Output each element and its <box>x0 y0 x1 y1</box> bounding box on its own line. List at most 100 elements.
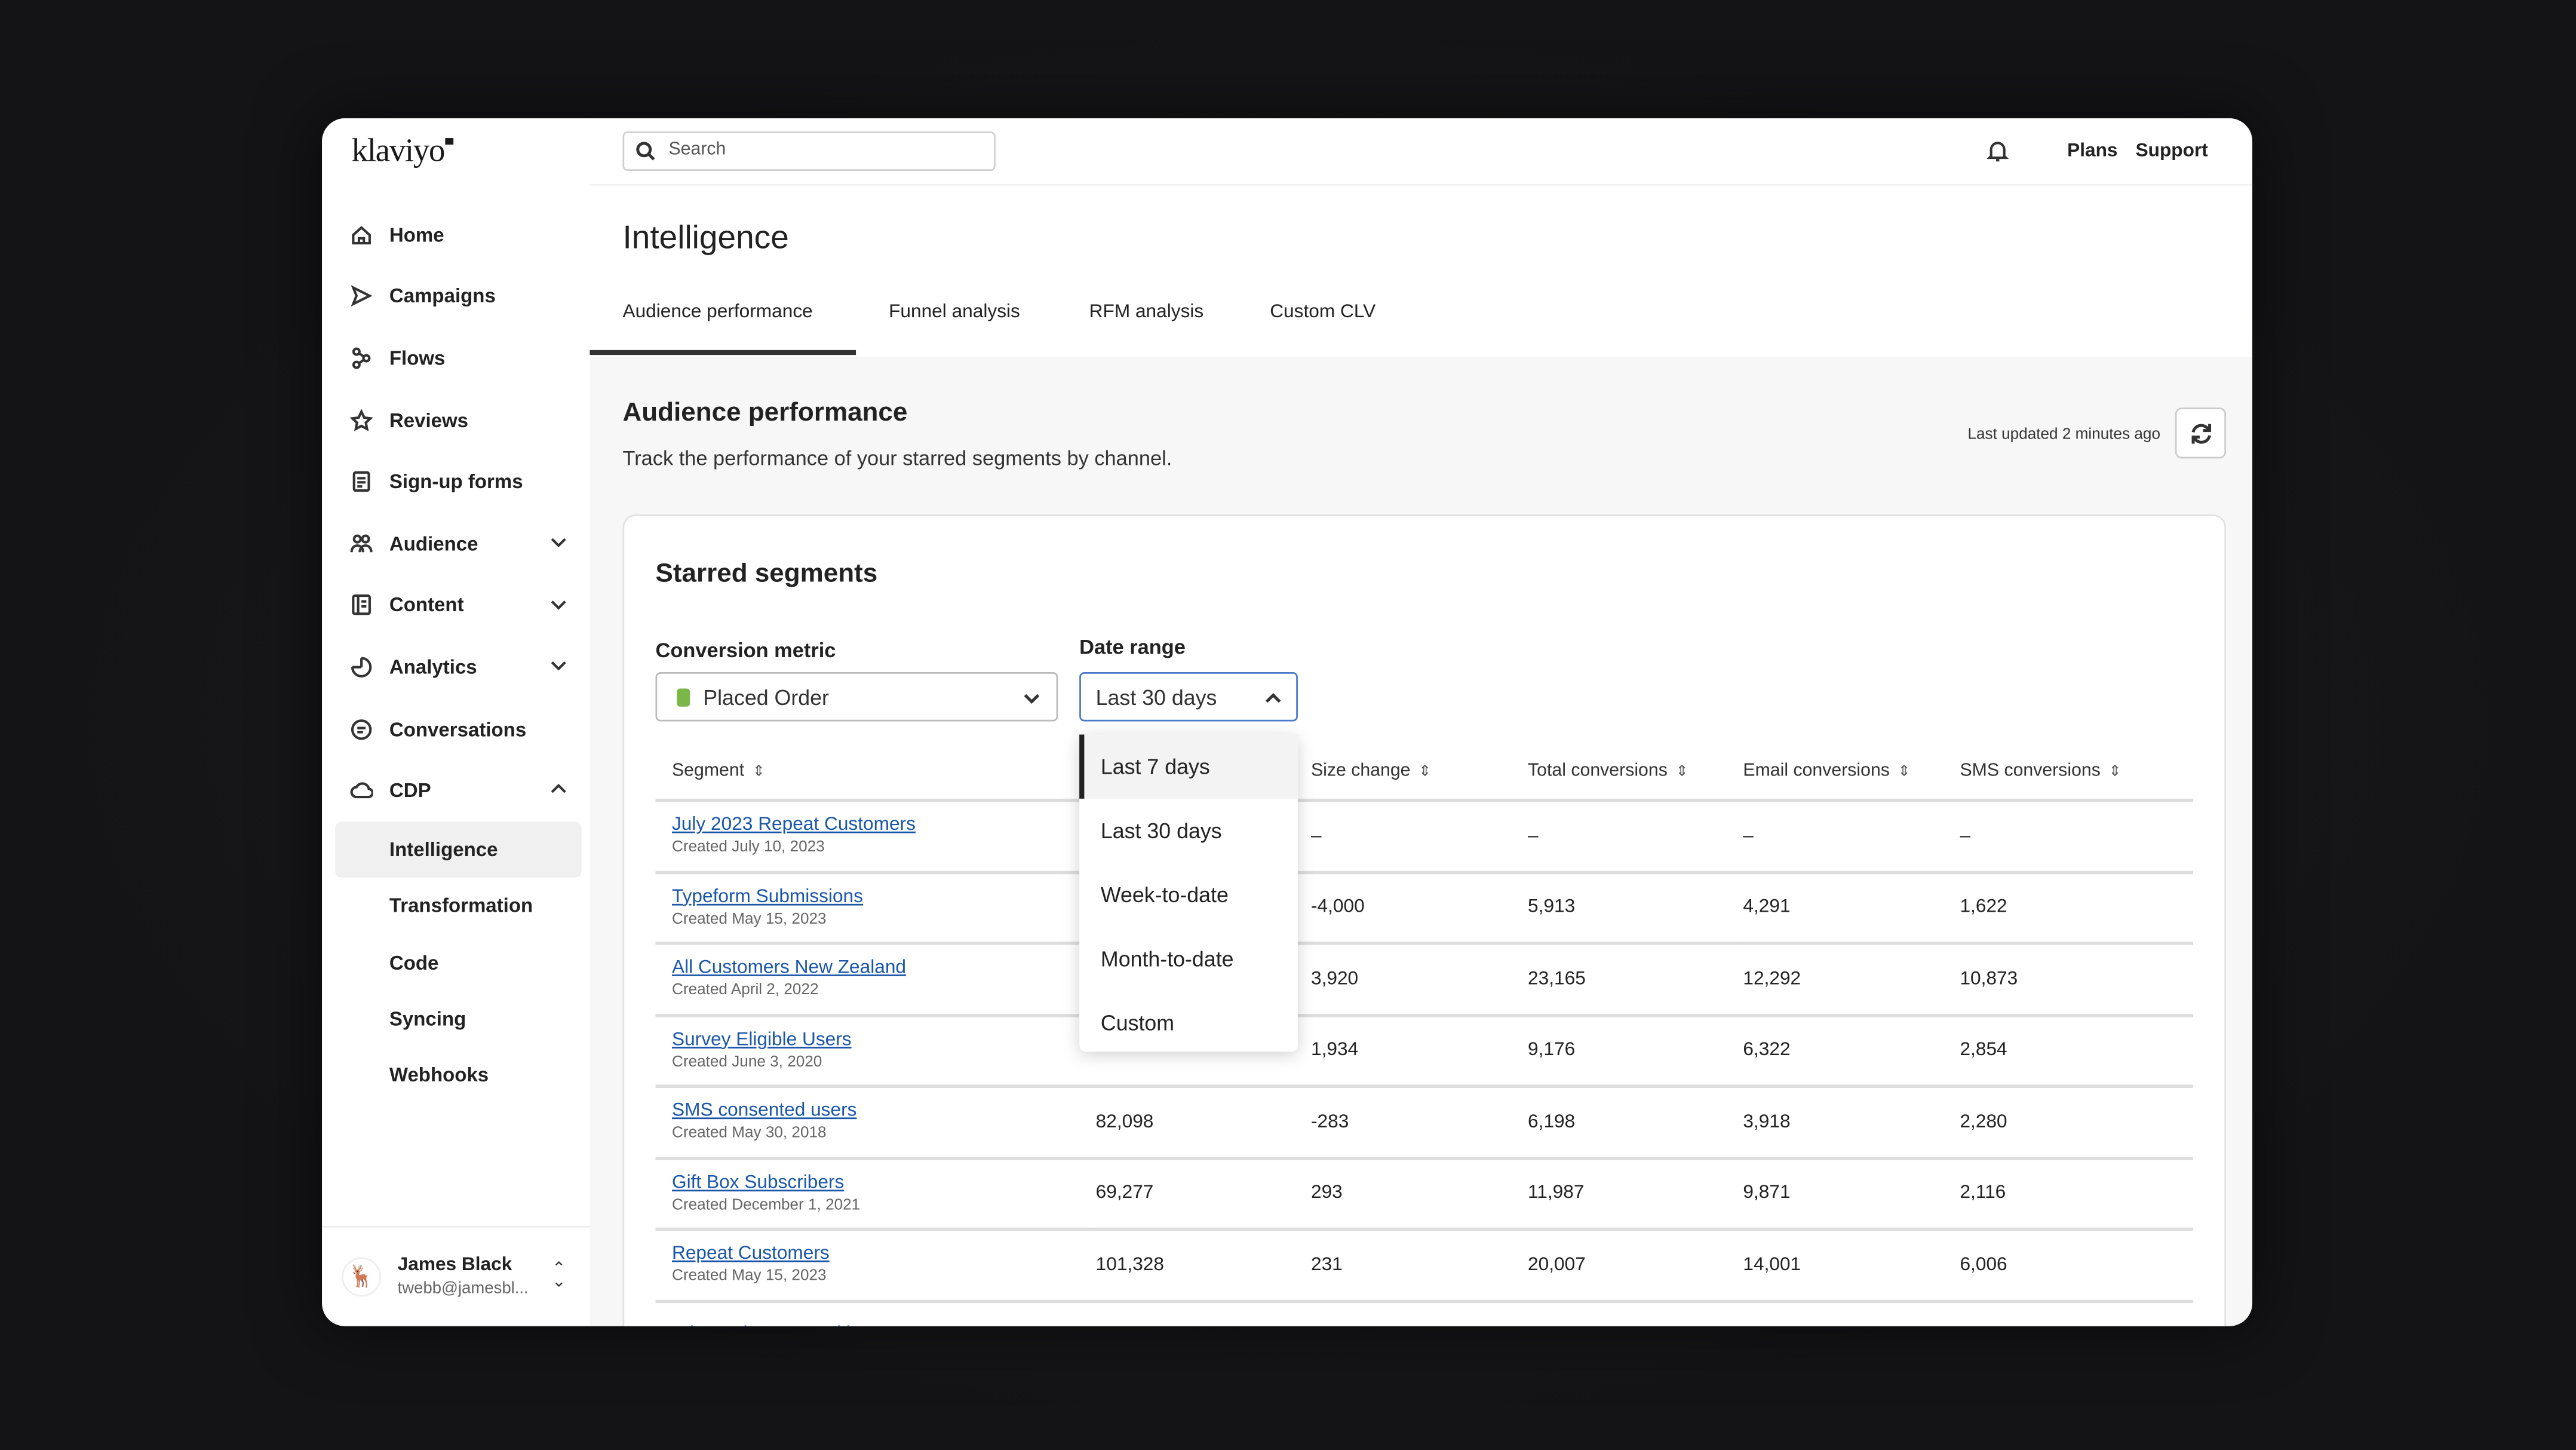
refresh-icon <box>2191 424 2212 444</box>
shopify-icon <box>677 688 690 707</box>
sidebar-subitem-syncing[interactable]: Syncing <box>335 991 582 1047</box>
column-header[interactable]: Total conversions ⇕ <box>1528 741 1743 802</box>
chevron-down-icon[interactable] <box>549 594 569 614</box>
segment-link[interactable]: Win-Back Opportunities <box>672 1325 1096 1326</box>
change-cell: -100 <box>1310 1301 1528 1326</box>
column-header[interactable]: Segment ⇕ <box>655 741 1096 802</box>
segment-link[interactable]: SMS consented users <box>672 1102 1096 1121</box>
segment-link[interactable]: Survey Eligible Users <box>672 1030 1096 1050</box>
change-cell: -4,000 <box>1310 872 1528 945</box>
sidebar-item-conversations[interactable]: Conversations <box>335 698 582 759</box>
flows-icon <box>352 347 371 369</box>
segment-link[interactable]: Repeat Customers <box>672 1244 1096 1264</box>
sidebar-item-content[interactable]: Content <box>335 575 582 636</box>
send-icon <box>351 286 373 308</box>
change-cell: 1,934 <box>1310 1014 1528 1088</box>
sidebar: klaviyo Home Campaigns Flows Reviews Sign-up… <box>322 118 592 1326</box>
starred-segments-card: Starred segments Conversion metric Date … <box>622 514 2227 1326</box>
search-input[interactable] <box>665 138 984 161</box>
segment-cell: Typeform Submissions Created May 15, 2023 <box>655 872 1096 945</box>
segment-cell: Survey Eligible Users Created June 3, 202… <box>655 1014 1096 1088</box>
plans-link[interactable]: Plans <box>2067 142 2117 161</box>
analytics-icon <box>351 657 372 678</box>
change-cell: 3,920 <box>1310 943 1528 1017</box>
sms-cell: 6,006 <box>1960 1229 2194 1302</box>
change-cell: 231 <box>1310 1229 1528 1302</box>
date-range-dropdown: Last 7 days Last 30 days Week-to-date Month… <box>1079 734 1298 1055</box>
sort-icon[interactable]: ⇕ <box>1898 762 1911 778</box>
active-tab-indicator <box>589 350 856 355</box>
page-title: Intelligence <box>622 220 789 257</box>
support-link[interactable]: Support <box>2136 142 2208 161</box>
segment-link[interactable]: Typeform Submissions <box>672 887 1096 907</box>
user-menu[interactable]: 🦌 James Black twebb@jamesbl... ⌃ ⌄ <box>322 1225 590 1326</box>
column-header-label: SMS conversions <box>1960 760 2101 780</box>
email-cell: 3,918 <box>1743 1086 1960 1160</box>
column-header[interactable]: Size change ⇕ <box>1310 741 1528 802</box>
segment-link[interactable]: July 2023 Repeat Customers <box>672 816 1096 835</box>
sidebar-item-label: Flows <box>389 347 446 370</box>
chevron-down-icon[interactable] <box>549 656 569 676</box>
sidebar-item-cdp[interactable]: CDP <box>335 760 582 821</box>
sidebar-item-audience[interactable]: Audience <box>335 513 582 574</box>
sort-icon[interactable]: ⇕ <box>2109 762 2121 778</box>
segment-link[interactable]: All Customers New Zealand <box>672 958 1096 978</box>
klaviyo-logo[interactable]: klaviyo <box>352 133 453 171</box>
chevron-up-down-icon[interactable]: ⌃ ⌄ <box>552 1261 566 1291</box>
sms-cell: 456 <box>1960 1301 2194 1326</box>
refresh-button[interactable] <box>2175 407 2227 459</box>
sms-cell: 10,873 <box>1960 943 2194 1017</box>
sidebar-subitem-webhooks[interactable]: Webhooks <box>335 1047 582 1103</box>
table-header-row: Segment ⇕ Size change ⇕ Total conversions ⇕ Em… <box>655 741 2194 802</box>
segment-created: Created May 15, 2023 <box>671 1267 827 1286</box>
date-option[interactable]: Week-to-date <box>1079 863 1298 927</box>
bell-icon[interactable] <box>1986 140 2009 163</box>
sidebar-item-label: Home <box>389 223 444 247</box>
sidebar-item-analytics[interactable]: Analytics <box>335 636 582 698</box>
tab-audience-performance[interactable]: Audience performance <box>622 302 812 322</box>
sidebar-item-flows[interactable]: Flows <box>335 327 582 389</box>
date-range-label: Date range <box>1079 636 1186 659</box>
segment-cell: Repeat Customers Created May 15, 2023 <box>655 1229 1096 1302</box>
total-cell: 6,198 <box>1528 1086 1743 1160</box>
date-option[interactable]: Custom <box>1079 991 1298 1055</box>
date-option[interactable]: Last 30 days <box>1079 799 1298 863</box>
segment-created: Created June 3, 2020 <box>671 1053 822 1071</box>
sidebar-subitem-intelligence[interactable]: Intelligence <box>335 821 582 878</box>
size-cell: 21,822 <box>1095 1301 1311 1326</box>
sort-icon[interactable]: ⇕ <box>753 762 765 778</box>
column-header[interactable]: Email conversions ⇕ <box>1743 741 1960 802</box>
segment-link[interactable]: Gift Box Subscribers <box>672 1173 1096 1193</box>
size-cell: 82,098 <box>1095 1086 1311 1160</box>
home-icon <box>352 225 371 244</box>
date-range-select[interactable]: Last 30 days <box>1079 672 1298 722</box>
search-box[interactable] <box>622 131 996 171</box>
sidebar-item-home[interactable]: Home <box>335 204 582 265</box>
date-option[interactable]: Last 7 days <box>1079 734 1298 799</box>
sidebar-item-label: Reviews <box>389 408 469 432</box>
content-icon <box>352 595 371 616</box>
tab-custom-clv[interactable]: Custom CLV <box>1270 302 1375 322</box>
sort-icon[interactable]: ⇕ <box>1419 762 1431 778</box>
tab-rfm-analysis[interactable]: RFM analysis <box>1089 302 1204 322</box>
chevron-down-icon <box>1024 694 1040 704</box>
tab-funnel-analysis[interactable]: Funnel analysis <box>889 302 1020 322</box>
chevron-down-icon[interactable] <box>549 532 569 552</box>
total-cell: – <box>1528 800 1743 873</box>
total-cell: 11,987 <box>1528 1157 1743 1231</box>
segment-cell: July 2023 Repeat Customers Created July 1… <box>655 800 1096 873</box>
chevron-up-icon[interactable] <box>549 780 569 799</box>
sidebar-subitem-code[interactable]: Code <box>335 934 582 991</box>
sort-icon[interactable]: ⇕ <box>1676 762 1688 778</box>
conversion-metric-select[interactable]: Placed Order <box>655 672 1058 722</box>
sidebar-item-reviews[interactable]: Reviews <box>335 389 582 450</box>
sidebar-item-sign-up-forms[interactable]: Sign-up forms <box>335 451 582 513</box>
sms-cell: – <box>1960 800 2194 873</box>
last-updated: Last updated 2 minutes ago <box>1967 425 2161 444</box>
users-icon <box>350 534 373 552</box>
column-header[interactable]: SMS conversions ⇕ <box>1960 741 2194 802</box>
sidebar-subitem-transformation[interactable]: Transformation <box>335 878 582 934</box>
date-option[interactable]: Month-to-date <box>1079 927 1298 991</box>
user-name: James Black <box>397 1255 512 1276</box>
sidebar-item-campaigns[interactable]: Campaigns <box>335 265 582 327</box>
